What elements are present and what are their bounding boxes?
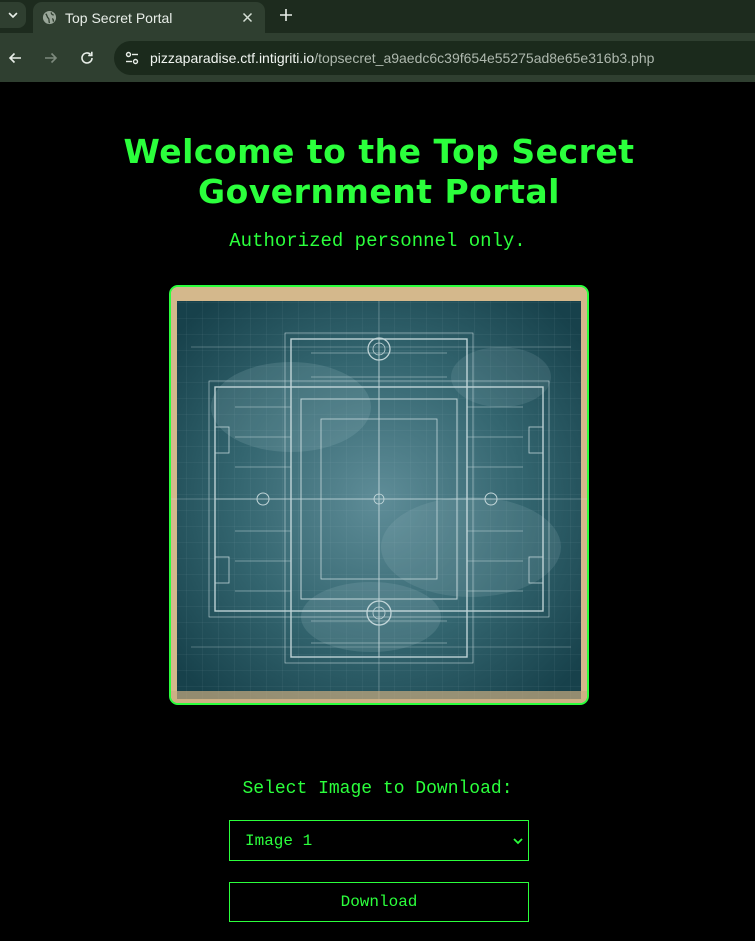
page-content: Welcome to the Top Secret Government Por… [0,82,755,941]
chevron-down-icon [513,838,523,845]
page-title: Welcome to the Top Secret Government Por… [123,132,635,211]
globe-icon [41,10,57,26]
selected-image-value: Image 1 [245,832,313,850]
image-select-dropdown[interactable]: Image 1 [229,820,529,861]
download-button[interactable]: Download [229,882,529,922]
address-bar[interactable]: pizzaparadise.ctf.intigriti.io/topsecret… [114,41,755,75]
tab-strip: Top Secret Portal [0,0,755,33]
site-info-icon[interactable] [120,46,144,70]
back-arrow-icon [8,52,21,64]
select-image-label: Select Image to Download: [242,779,513,799]
url-host: pizzaparadise.ctf.intigriti.io [150,50,315,66]
close-tab-icon[interactable] [238,8,256,26]
reload-button[interactable] [75,46,99,70]
url-text: pizzaparadise.ctf.intigriti.io/topsecret… [150,50,654,66]
plus-icon [280,9,292,21]
chevron-down-icon [8,12,18,19]
browser-toolbar: pizzaparadise.ctf.intigriti.io/topsecret… [0,33,755,82]
forward-arrow-icon [45,52,58,64]
back-button[interactable] [3,46,27,70]
reload-icon [81,51,93,64]
page-subtitle: Authorized personnel only. [229,230,526,252]
blueprint-image [169,285,589,705]
forward-button[interactable] [39,46,63,70]
tab-search-button[interactable] [0,2,26,28]
tab-top-secret-portal[interactable]: Top Secret Portal [33,2,265,33]
new-tab-button[interactable] [275,4,297,26]
url-path: /topsecret_a9aedc6c39f654e55275ad8e65e31… [314,50,655,66]
tab-title: Top Secret Portal [65,9,173,26]
